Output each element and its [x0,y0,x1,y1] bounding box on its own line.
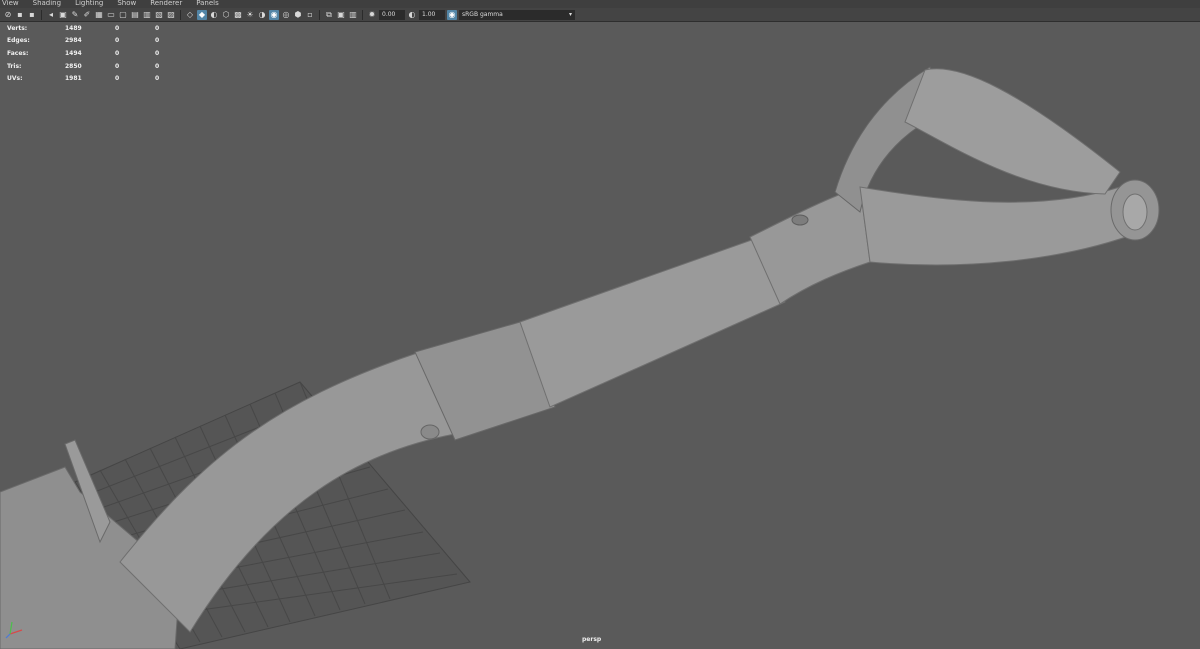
two-d-pan-icon[interactable]: ✎ [70,10,80,20]
hud-value: 0 [115,24,120,32]
hud-value: 0 [115,49,120,57]
hud-label: Verts: [7,24,28,32]
hud-row: Tris: 2850 0 0 [7,60,159,73]
toolbar-divider [319,9,320,20]
exposure-field[interactable]: 0.00 [379,9,405,20]
menu-show[interactable]: Show [117,0,136,8]
hud-row: Edges: 2984 0 0 [7,35,159,48]
wireframe-icon[interactable]: ◇ [185,10,195,20]
safe-title-icon[interactable]: ▨ [166,10,176,20]
menu-view[interactable]: View [2,0,19,8]
hud-label: Edges: [7,37,30,45]
hud-label: Faces: [7,49,29,57]
gamma-field[interactable]: 1.00 [419,9,445,20]
menu-renderer[interactable]: Renderer [150,0,182,8]
use-all-lights-icon[interactable]: ☀ [245,10,255,20]
wireframe-on-shaded-icon[interactable]: ⬡ [221,10,231,20]
hud-row: Faces: 1494 0 0 [7,47,159,60]
menu-lighting[interactable]: Lighting [75,0,103,8]
hud-value: 0 [155,37,160,45]
hud-row: UVs: 1981 0 0 [7,72,159,85]
default-material-icon[interactable]: ◐ [209,10,219,20]
select-camera-icon[interactable]: ⊘ [3,10,13,20]
chevron-down-icon: ▾ [568,10,572,18]
hud-value: 0 [115,37,120,45]
hud-row: Verts: 1489 0 0 [7,22,159,35]
panel-menu-bar: View Shading Lighting Show Renderer Pane… [0,0,1200,8]
gate-mask-icon[interactable]: ▤ [130,10,140,20]
toolbar-divider [41,9,42,20]
menu-shading[interactable]: Shading [33,0,61,8]
toolbar-divider [180,9,181,20]
anti-aliasing-icon[interactable]: ⬢ [293,10,303,20]
resolution-gate-icon[interactable]: ▢ [118,10,128,20]
image-plane-icon[interactable]: ▣ [58,10,68,20]
xray-joints-icon[interactable]: ▥ [348,10,358,20]
grip-end-hole [1122,193,1148,231]
bookmark-icon[interactable]: ◂ [46,10,56,20]
safe-action-icon[interactable]: ▧ [154,10,164,20]
hud-value: 0 [155,75,160,83]
hud-value: 1981 [65,75,82,83]
hud-value: 0 [155,24,160,32]
grid-icon[interactable]: ▦ [94,10,104,20]
toolbar-divider [362,9,363,20]
lock-camera-icon[interactable]: ▪ [15,10,25,20]
hud-label: Tris: [7,62,22,70]
panel-toolbar: ⊘ ▪ ▪ ◂ ▣ ✎ ✐ ▦ ▭ ▢ ▤ ▥ ▧ ▨ ◇ ◆ ◐ ⬡ ▩ ☀ … [0,8,1200,22]
socket-hole [791,214,809,226]
motion-blur-icon[interactable]: ◎ [281,10,291,20]
ambient-occlusion-icon[interactable]: ◉ [269,9,279,20]
xray-icon[interactable]: ▣ [336,10,346,20]
smooth-shade-icon[interactable]: ◆ [197,9,207,20]
grease-pencil-icon[interactable]: ✐ [82,10,92,20]
hud-value: 0 [115,62,120,70]
film-gate-icon[interactable]: ▭ [106,10,116,20]
hud-value: 0 [155,49,160,57]
field-chart-icon[interactable]: ▥ [142,10,152,20]
poly-count-hud: Verts: 1489 0 0 Edges: 2984 0 0 Faces: 1… [7,22,159,85]
color-space-value: sRGB gamma [462,10,503,18]
camera-name-label: persp [582,636,602,643]
hud-value: 0 [115,75,120,83]
camera-attributes-icon[interactable]: ▪ [27,10,37,20]
textured-icon[interactable]: ▩ [233,10,243,20]
rivet-icon [420,424,440,440]
menu-panels[interactable]: Panels [196,0,219,8]
hud-label: UVs: [7,75,23,83]
hud-value: 0 [155,62,160,70]
color-space-dropdown[interactable]: sRGB gamma ▾ [459,9,575,20]
hud-value: 2850 [65,62,82,70]
3d-viewport[interactable] [0,22,1200,649]
exposure-icon[interactable]: ✹ [367,10,377,20]
isolate-select-icon[interactable]: ⧉ [324,10,334,20]
gamma-icon[interactable]: ◐ [407,10,417,20]
color-management-icon[interactable]: ◉ [447,9,457,20]
shadows-icon[interactable]: ◑ [257,10,267,20]
hud-value: 1489 [65,24,82,32]
hud-value: 2984 [65,37,82,45]
hud-value: 1494 [65,49,82,57]
depth-of-field-icon[interactable]: ▫ [305,10,315,20]
